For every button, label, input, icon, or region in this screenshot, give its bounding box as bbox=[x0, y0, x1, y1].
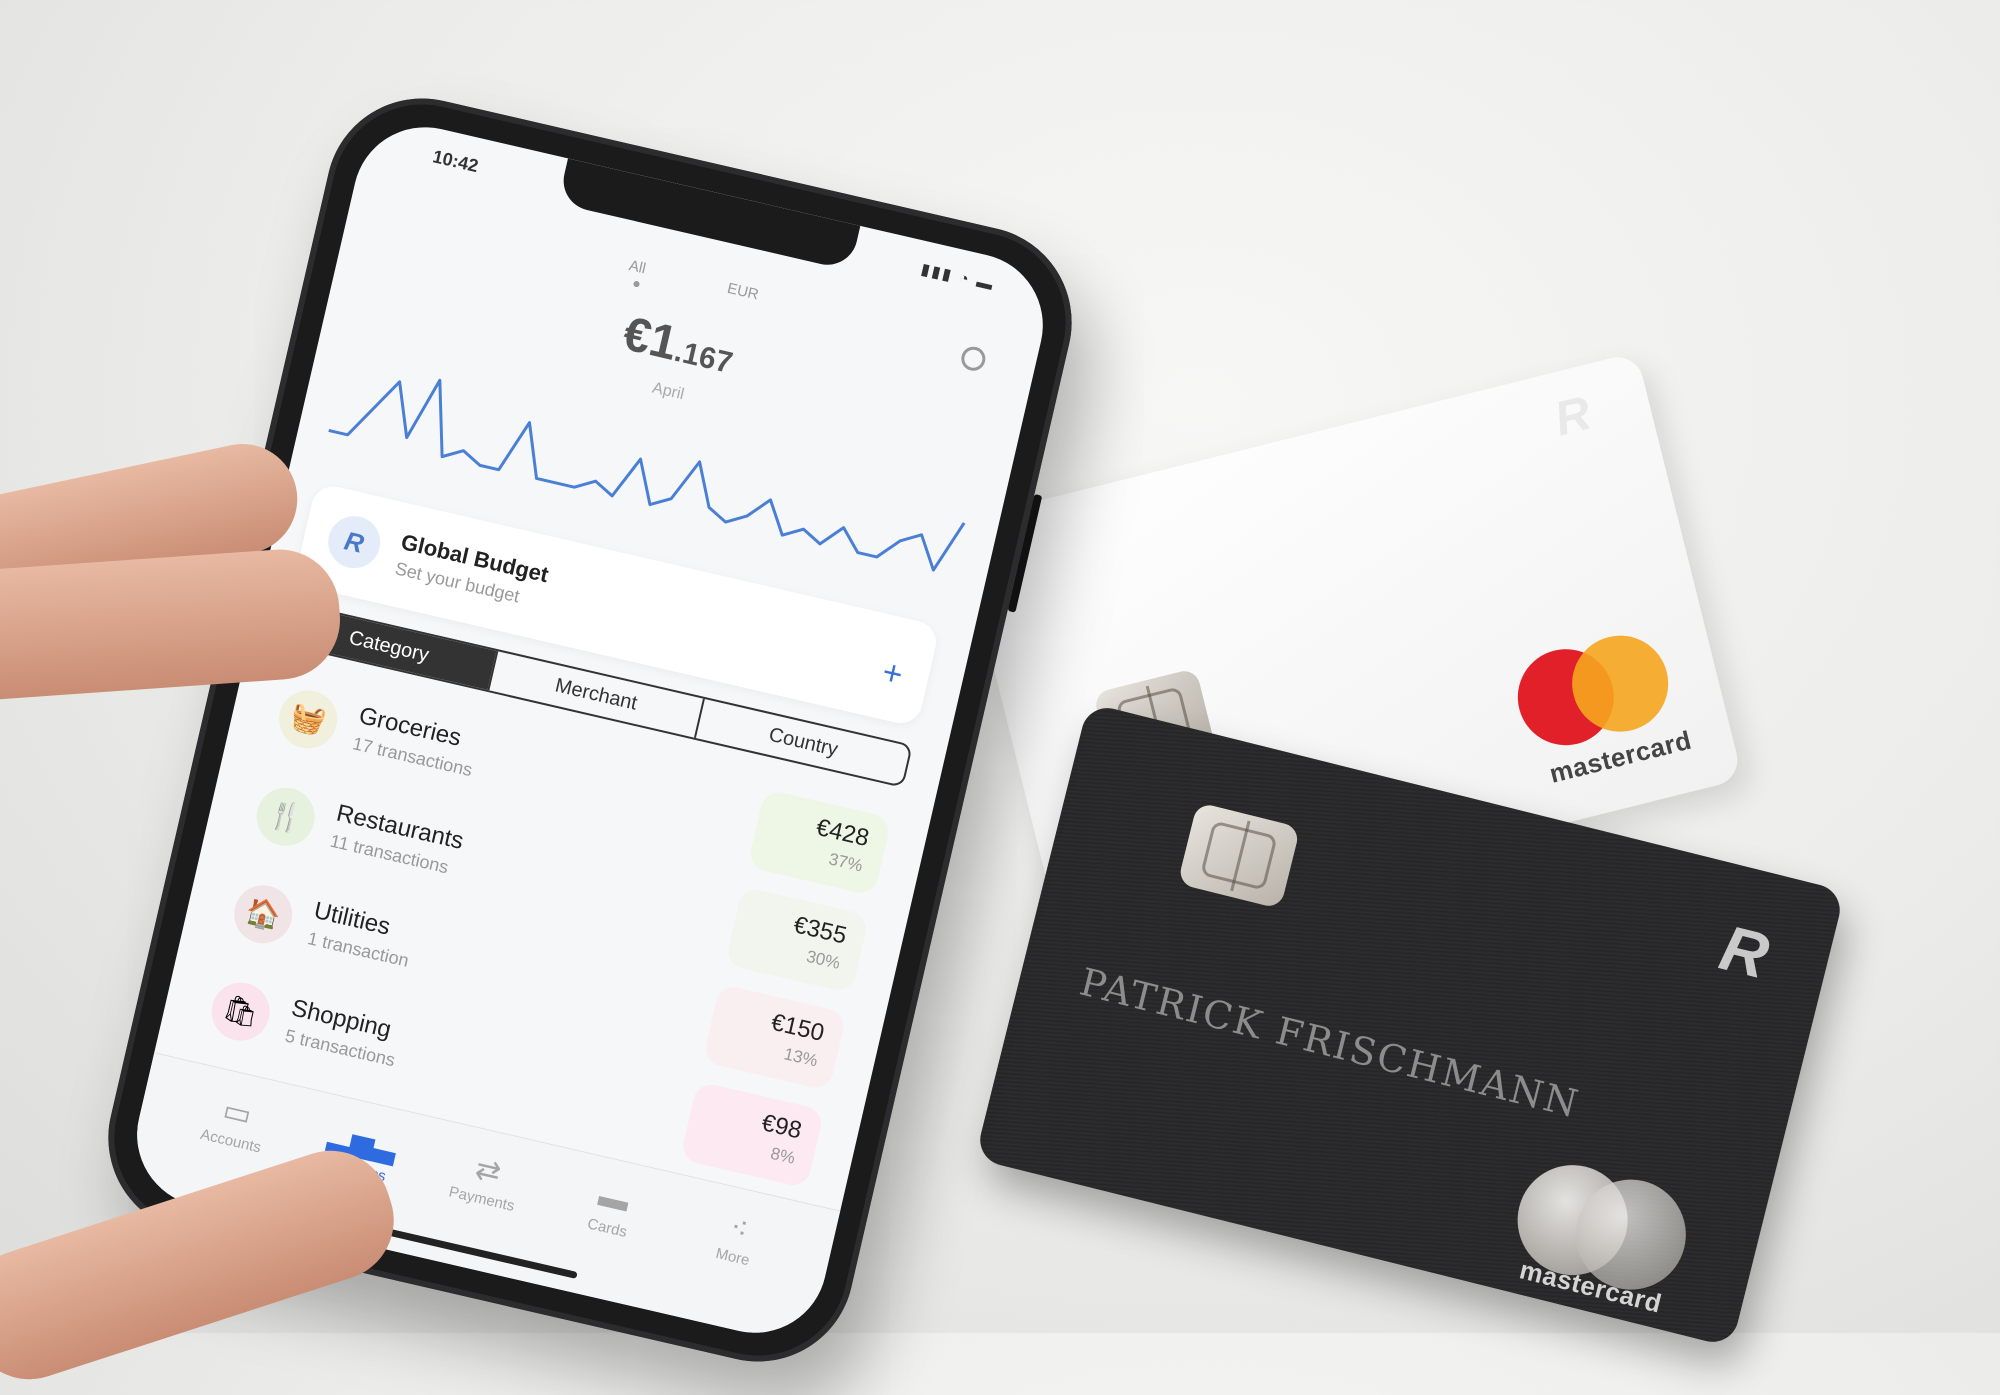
revolut-logo-icon: R bbox=[323, 510, 386, 574]
category-icon: 🏠 bbox=[228, 879, 298, 949]
black-metal-card: R PATRICK FRISCHMANN mastercard bbox=[974, 702, 1846, 1348]
category-icon: 🧺 bbox=[273, 684, 343, 755]
category-icon: 🍴 bbox=[250, 781, 321, 852]
tab-cards[interactable]: ▬ Cards bbox=[543, 1150, 672, 1308]
phone-screen: 10:42 ▮▮▮ ◔ ▬ All EUR €1.167 April R Glo… bbox=[122, 112, 1058, 1348]
category-icon: 🛍 bbox=[205, 976, 276, 1047]
revolut-logo-icon: R bbox=[1549, 386, 1597, 447]
tab-eur[interactable]: EUR bbox=[726, 280, 761, 304]
category-amount-box bbox=[679, 1081, 825, 1189]
add-budget-button[interactable]: + bbox=[879, 653, 907, 694]
tab-all[interactable]: All bbox=[627, 257, 647, 277]
card-chip bbox=[1177, 802, 1301, 910]
status-time: 10:42 bbox=[430, 146, 481, 177]
tab-more[interactable]: ⁖ More bbox=[668, 1179, 797, 1337]
page-indicator bbox=[632, 280, 641, 288]
status-icons: ▮▮▮ ◔ ▬ bbox=[919, 260, 997, 295]
cardholder-name: PATRICK FRISCHMANN bbox=[1075, 959, 1584, 1127]
revolut-logo-icon: R bbox=[1713, 911, 1776, 993]
amount-decimal: .167 bbox=[671, 334, 736, 381]
